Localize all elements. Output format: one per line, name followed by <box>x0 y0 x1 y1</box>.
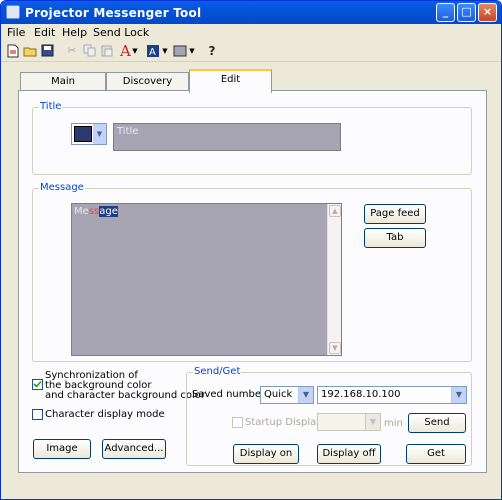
window-title: Projector Messenger Tool <box>25 6 202 20</box>
highlight-color-icon[interactable]: A <box>146 44 160 58</box>
title-bar[interactable]: Projector Messenger Tool _ □ × <box>1 1 501 24</box>
title-color-picker[interactable]: ▼ <box>71 123 107 145</box>
tab-button[interactable]: Tab <box>364 228 426 248</box>
tab-main[interactable]: Main <box>20 72 106 92</box>
maximize-button[interactable]: □ <box>457 3 476 22</box>
tab-edit[interactable]: Edit <box>189 69 272 93</box>
startup-display-checkbox[interactable] <box>232 417 243 428</box>
display-off-button[interactable]: Display off <box>317 444 381 464</box>
image-button[interactable]: Image <box>33 439 91 459</box>
chevron-down-icon: ▼ <box>298 387 313 403</box>
saved-number-select[interactable]: Quick ▼ <box>260 386 314 404</box>
ip-address-value: 192.168.10.100 <box>321 389 401 400</box>
message-text-part: ge <box>105 206 118 217</box>
send-button[interactable]: Send <box>408 413 466 433</box>
close-button[interactable]: × <box>478 3 497 22</box>
minimize-button[interactable]: _ <box>436 3 455 22</box>
toolbar: ✂ A ▼ A ▼ ▼ ? <box>1 42 501 62</box>
message-scrollbar[interactable]: ▲ ▼ <box>327 204 341 355</box>
chevron-down-icon: ▼ <box>451 387 466 403</box>
display-on-button[interactable]: Display on <box>233 444 299 464</box>
highlight-color-dropdown-icon[interactable]: ▼ <box>161 44 169 58</box>
menu-file[interactable]: File <box>7 26 25 39</box>
font-color-dropdown-icon[interactable]: ▼ <box>131 44 139 58</box>
send-get-group-label: Send/Get <box>193 366 242 377</box>
message-group: Message Message ▲ ▼ Page feed Tab <box>32 182 472 362</box>
title-group: Title ▼ Title <box>32 101 472 175</box>
svg-text:A: A <box>149 47 156 58</box>
chevron-down-icon: ▼ <box>93 124 106 144</box>
menu-bar: File Edit Help Send Lock <box>1 24 501 41</box>
message-group-label: Message <box>39 182 85 193</box>
menu-send-lock[interactable]: Send Lock <box>93 26 149 39</box>
sync-label-line3: and character background color <box>45 390 206 401</box>
chevron-down-icon: ▼ <box>365 414 380 430</box>
minimize-icon: _ <box>442 5 449 18</box>
cut-icon[interactable]: ✂ <box>65 44 79 58</box>
character-display-mode-checkbox[interactable] <box>32 409 43 420</box>
saved-number-select-value: Quick <box>264 389 293 400</box>
startup-display-select[interactable]: ▼ <box>317 413 381 431</box>
edit-panel: Title ▼ Title Message Message ▲ ▼ Page f… <box>18 90 487 473</box>
font-color-icon[interactable]: A <box>120 44 131 59</box>
save-icon[interactable] <box>40 44 54 58</box>
app-window: Projector Messenger Tool _ □ × File Edit… <box>0 0 502 500</box>
open-folder-icon[interactable] <box>23 44 37 58</box>
ip-address-select[interactable]: 192.168.10.100 ▼ <box>317 386 467 404</box>
sync-checkbox[interactable] <box>32 379 43 390</box>
message-text-part: Me <box>74 206 89 217</box>
saved-number-label: Saved number <box>192 389 266 400</box>
menu-help[interactable]: Help <box>62 26 87 39</box>
advanced-button[interactable]: Advanced... <box>102 439 166 459</box>
message-text-part: ss <box>88 206 100 217</box>
close-icon: × <box>482 5 493 18</box>
message-textarea[interactable]: Message ▲ ▼ <box>71 203 342 356</box>
new-file-icon[interactable] <box>6 44 20 58</box>
background-color-dropdown-icon[interactable]: ▼ <box>188 44 196 58</box>
title-group-label: Title <box>39 101 63 112</box>
page-feed-button[interactable]: Page feed <box>364 204 426 224</box>
paste-icon[interactable] <box>99 44 113 58</box>
character-display-mode-label: Character display mode <box>45 409 165 420</box>
message-text: Message <box>74 206 118 218</box>
title-input-text: Title <box>117 126 139 137</box>
menu-edit[interactable]: Edit <box>34 26 55 39</box>
startup-display-label: Startup Display <box>245 417 323 428</box>
app-icon <box>6 5 20 19</box>
tab-discovery[interactable]: Discovery <box>106 72 189 92</box>
title-color-swatch <box>74 126 92 142</box>
title-input[interactable]: Title <box>113 123 341 151</box>
background-color-icon[interactable] <box>173 44 187 58</box>
scroll-up-icon[interactable]: ▲ <box>329 205 341 217</box>
maximize-icon: □ <box>461 5 472 18</box>
get-button[interactable]: Get <box>406 444 466 464</box>
help-icon[interactable]: ? <box>205 44 219 58</box>
send-get-group: Send/Get Saved number Quick ▼ 192.168.10… <box>186 366 472 466</box>
scroll-down-icon[interactable]: ▼ <box>329 342 341 354</box>
min-label: min <box>384 418 403 429</box>
copy-icon[interactable] <box>82 44 96 58</box>
